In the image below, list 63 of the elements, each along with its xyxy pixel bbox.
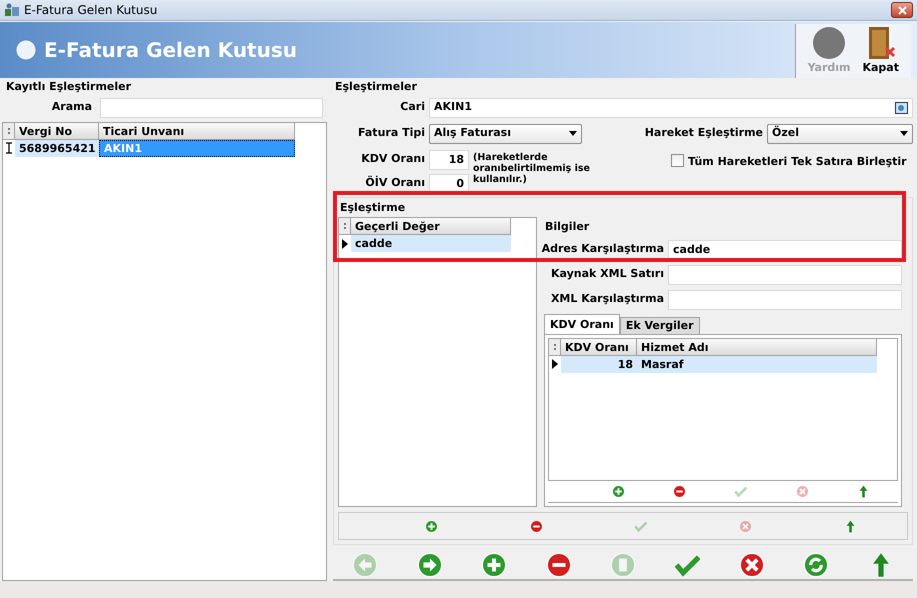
field-label: Fatura Tipi [357, 125, 426, 142]
minus-icon[interactable] [530, 520, 543, 532]
dropdown[interactable]: Özel [767, 124, 913, 144]
arrow-right-icon[interactable] [416, 552, 443, 578]
checkbox-label: Tüm Hareketleri Tek Satıra Birleştir [688, 154, 907, 170]
input-field[interactable]: 18 [429, 150, 469, 170]
page-title: E-Fatura Gelen Kutusu [44, 37, 297, 64]
column-header: Ticari Unvanı [99, 122, 295, 140]
group-title: Bilgiler [545, 220, 590, 233]
caret-icon [900, 131, 908, 136]
plus-icon[interactable] [481, 552, 508, 578]
app-icon [4, 3, 20, 17]
caret-icon [569, 131, 577, 136]
x-icon[interactable] [738, 552, 765, 578]
note-text: (Hareketlerde oranıbelirtilmemiş ise kullanılır.) [473, 152, 591, 186]
close-icon [898, 6, 906, 14]
group-title: Kayıtlı Eşleştirmeler [6, 79, 132, 95]
input-field[interactable]: 0 [429, 174, 469, 194]
field-label: XML Karşılaştırma [550, 291, 665, 308]
arrow-up-icon[interactable] [856, 485, 870, 498]
close-button[interactable] [891, 2, 913, 18]
window-title: E-Fatura Gelen Kutusu [24, 2, 158, 19]
group-title: Eşleştirme [340, 200, 406, 214]
input-field[interactable]: cadde [668, 240, 902, 260]
checkbox[interactable] [671, 154, 684, 166]
account-field[interactable]: AKIN1 [429, 98, 913, 118]
plus-icon[interactable] [424, 520, 438, 532]
field-label: Arama [50, 99, 93, 116]
field-label: ÖİV Oranı [364, 175, 426, 192]
table-cell[interactable]: 18 [561, 356, 637, 372]
field-label: Adres Karşılaştırma [540, 241, 665, 258]
table-cell[interactable]: Masraf [637, 356, 877, 372]
column-header: Geçerli Değer [351, 218, 511, 235]
row-pointer-icon [552, 359, 558, 369]
grip-icon [552, 342, 556, 350]
search-field[interactable] [100, 98, 323, 118]
grip-icon [342, 222, 346, 230]
exit-button[interactable]: Kapat [858, 26, 903, 76]
row-pointer-icon [342, 238, 348, 248]
tab[interactable]: KDV Oranı [544, 314, 620, 334]
circle-icon [16, 40, 36, 60]
group-title: Eşleştirmeler [335, 79, 418, 95]
plus-icon[interactable] [612, 485, 626, 498]
dropdown[interactable]: Alış Faturası [429, 124, 582, 144]
column-header: KDV Oranı [561, 338, 637, 356]
tab[interactable]: Ek Vergiler [620, 316, 700, 334]
column-header: Vergi No [15, 122, 99, 140]
field-label: KDV Oranı [360, 151, 426, 168]
minus-icon[interactable] [673, 485, 686, 498]
field-label: Cari [399, 99, 426, 116]
table-cell[interactable]: cadde [351, 235, 511, 252]
field-label: Kaynak XML Satırı [550, 266, 665, 282]
field-label: Hareket Eşleştirme [644, 125, 764, 142]
input-field[interactable] [668, 264, 902, 284]
arrow-up-icon[interactable] [844, 520, 858, 532]
grip-icon [6, 126, 10, 134]
lookup-icon [895, 102, 908, 114]
input-field[interactable] [668, 290, 902, 310]
text-cursor-icon [5, 142, 13, 154]
table-cell[interactable]: 5689965421 [15, 140, 99, 156]
minus-icon[interactable] [546, 552, 572, 578]
refresh-icon[interactable] [803, 552, 830, 578]
column-header: Hizmet Adı [637, 338, 877, 356]
